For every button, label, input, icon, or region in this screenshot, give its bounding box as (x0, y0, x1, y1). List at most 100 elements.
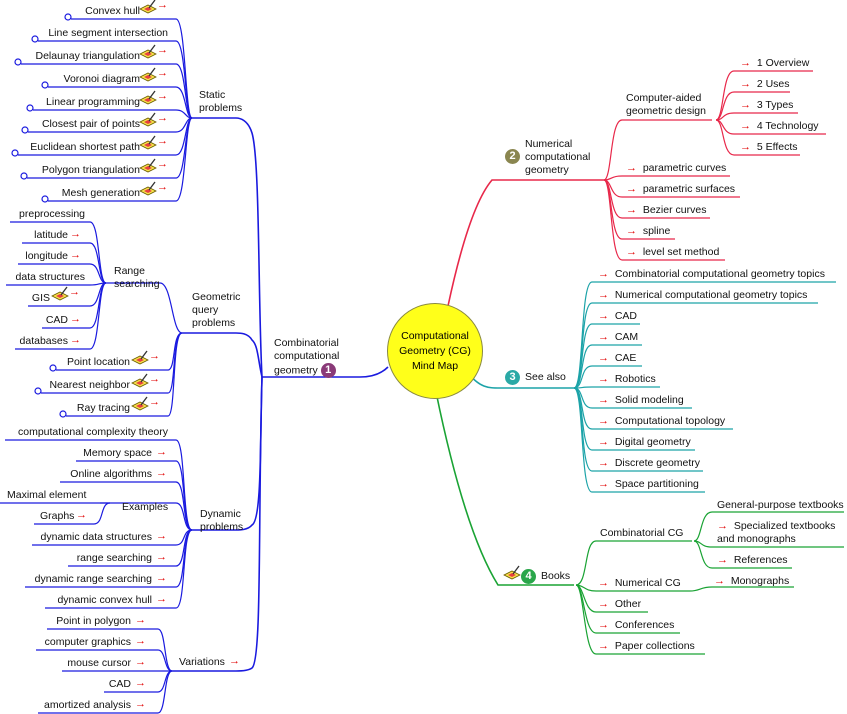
link-arrow[interactable]: → (229, 655, 240, 671)
link-arrow-icon[interactable]: → (740, 141, 751, 153)
topic-numerical-cg[interactable]: → Numerical CG (598, 577, 681, 590)
topic-node[interactable]: → Conferences (598, 619, 674, 632)
branch-numerical[interactable]: Numerical computational geometry (525, 138, 590, 177)
topic-node[interactable]: computational complexity theory (18, 426, 168, 439)
topic-node[interactable]: databases (20, 335, 68, 348)
link-arrow[interactable]: → (149, 350, 160, 366)
collapse-handle[interactable] (21, 126, 29, 134)
link-arrow[interactable]: → (135, 614, 146, 630)
topic-node[interactable]: → 4 Technology (740, 120, 819, 133)
link-arrow[interactable]: → (157, 90, 168, 106)
note-icon[interactable] (139, 67, 157, 82)
link-arrow-icon[interactable]: → (740, 57, 751, 69)
topic-geometric-query[interactable]: Geometric query problems (192, 291, 240, 330)
branch-books[interactable]: Books (541, 570, 570, 583)
link-arrow-icon[interactable]: → (717, 520, 728, 532)
topic-node[interactable]: Nearest neighbor (49, 379, 130, 392)
link-arrow-icon[interactable]: → (157, 112, 168, 124)
link-arrow[interactable]: → (157, 67, 168, 83)
link-arrow-icon[interactable]: → (156, 593, 167, 605)
link-arrow[interactable]: → (156, 593, 167, 609)
link-arrow-icon[interactable]: → (598, 310, 609, 322)
topic-node[interactable]: → 3 Types (740, 99, 793, 112)
topic-combinatorial-cg[interactable]: Combinatorial CG (600, 527, 683, 540)
topic-cagd[interactable]: Computer-aided geometric design (626, 92, 706, 118)
note-icon[interactable] (139, 90, 157, 105)
link-arrow-icon[interactable]: → (626, 246, 637, 258)
topic-static-item[interactable]: Closest pair of points (42, 118, 140, 131)
link-arrow[interactable]: → (76, 509, 87, 525)
note-icon[interactable] (51, 286, 69, 301)
link-arrow-icon[interactable]: → (135, 656, 146, 668)
link-arrow-icon[interactable]: → (717, 554, 728, 566)
collapse-handle[interactable] (14, 58, 22, 66)
note-icon[interactable] (139, 112, 157, 127)
topic-node[interactable]: CAD (46, 314, 68, 327)
topic-node[interactable]: → Paper collections (598, 640, 695, 653)
link-arrow-icon[interactable]: → (598, 268, 609, 280)
see-also-item[interactable]: → Digital geometry (598, 436, 691, 449)
note-icon[interactable] (139, 181, 157, 196)
link-arrow-icon[interactable]: → (598, 394, 609, 406)
topic-node[interactable]: → 5 Effects (740, 141, 798, 154)
topic-node[interactable]: dynamic data structures (41, 531, 152, 544)
link-arrow[interactable]: → (70, 334, 81, 350)
link-arrow-icon[interactable]: → (598, 598, 609, 610)
link-arrow-icon[interactable]: → (135, 635, 146, 647)
link-arrow[interactable]: → (156, 467, 167, 483)
collapse-handle[interactable] (41, 81, 49, 89)
branch-see-also[interactable]: See also (525, 371, 566, 384)
see-also-item[interactable]: → Solid modeling (598, 394, 684, 407)
note-icon[interactable] (131, 373, 149, 388)
link-arrow-icon[interactable]: → (157, 135, 168, 147)
see-also-item[interactable]: → CAM (598, 331, 638, 344)
link-arrow-icon[interactable]: → (157, 90, 168, 102)
link-arrow-icon[interactable]: → (740, 99, 751, 111)
note-icon[interactable] (131, 396, 149, 411)
topic-node[interactable]: longitude (25, 250, 68, 263)
note-icon[interactable] (131, 350, 149, 365)
see-also-item[interactable]: → CAD (598, 310, 637, 323)
branch-combinatorial[interactable]: Combinatorial computational geometry 1 (274, 337, 339, 378)
link-arrow-icon[interactable]: → (598, 640, 609, 652)
link-arrow[interactable]: → (157, 0, 168, 15)
topic-static-item[interactable]: Mesh generation (62, 187, 140, 200)
link-arrow-icon[interactable]: → (740, 120, 751, 132)
topic-node[interactable]: → level set method (626, 246, 719, 259)
link-arrow[interactable]: → (70, 228, 81, 244)
link-arrow[interactable]: → (156, 572, 167, 588)
topic-static-item[interactable]: Euclidean shortest path (30, 141, 140, 154)
link-arrow[interactable]: → (157, 181, 168, 197)
topic-node[interactable]: amortized analysis (44, 699, 131, 712)
see-also-item[interactable]: → Computational topology (598, 415, 725, 428)
see-also-item[interactable]: → CAE (598, 352, 636, 365)
link-arrow-icon[interactable]: → (156, 446, 167, 458)
topic-node[interactable]: → parametric curves (626, 162, 726, 175)
topic-node[interactable]: Memory space (83, 447, 152, 460)
topic-node[interactable]: GIS (32, 292, 50, 305)
topic-static-item[interactable]: Voronoi diagram (64, 73, 140, 86)
link-arrow[interactable]: → (157, 135, 168, 151)
link-arrow[interactable]: → (70, 313, 81, 329)
topic-variations[interactable]: Variations (179, 656, 225, 669)
link-arrow[interactable]: → (135, 635, 146, 651)
topic-static-problems[interactable]: Static problems (199, 89, 242, 115)
link-arrow[interactable]: → (157, 158, 168, 174)
collapse-handle[interactable] (11, 149, 19, 157)
link-arrow-icon[interactable]: → (149, 396, 160, 408)
link-arrow-icon[interactable]: → (156, 572, 167, 584)
topic-node[interactable]: → parametric surfaces (626, 183, 735, 196)
link-arrow[interactable]: → (156, 530, 167, 546)
link-arrow-icon[interactable]: → (598, 457, 609, 469)
topic-static-item[interactable]: Delaunay triangulation (36, 50, 141, 63)
link-arrow-icon[interactable]: → (626, 183, 637, 195)
topic-node[interactable]: preprocessing (19, 208, 85, 221)
topic-node[interactable]: → Monographs (714, 575, 789, 588)
see-also-item[interactable]: → Robotics (598, 373, 656, 386)
link-arrow-icon[interactable]: → (598, 289, 609, 301)
topic-node[interactable]: Ray tracing (77, 402, 130, 415)
note-icon[interactable] (139, 158, 157, 173)
link-arrow-icon[interactable]: → (157, 158, 168, 170)
see-also-item[interactable]: → Discrete geometry (598, 457, 700, 470)
link-arrow-icon[interactable]: → (135, 614, 146, 626)
